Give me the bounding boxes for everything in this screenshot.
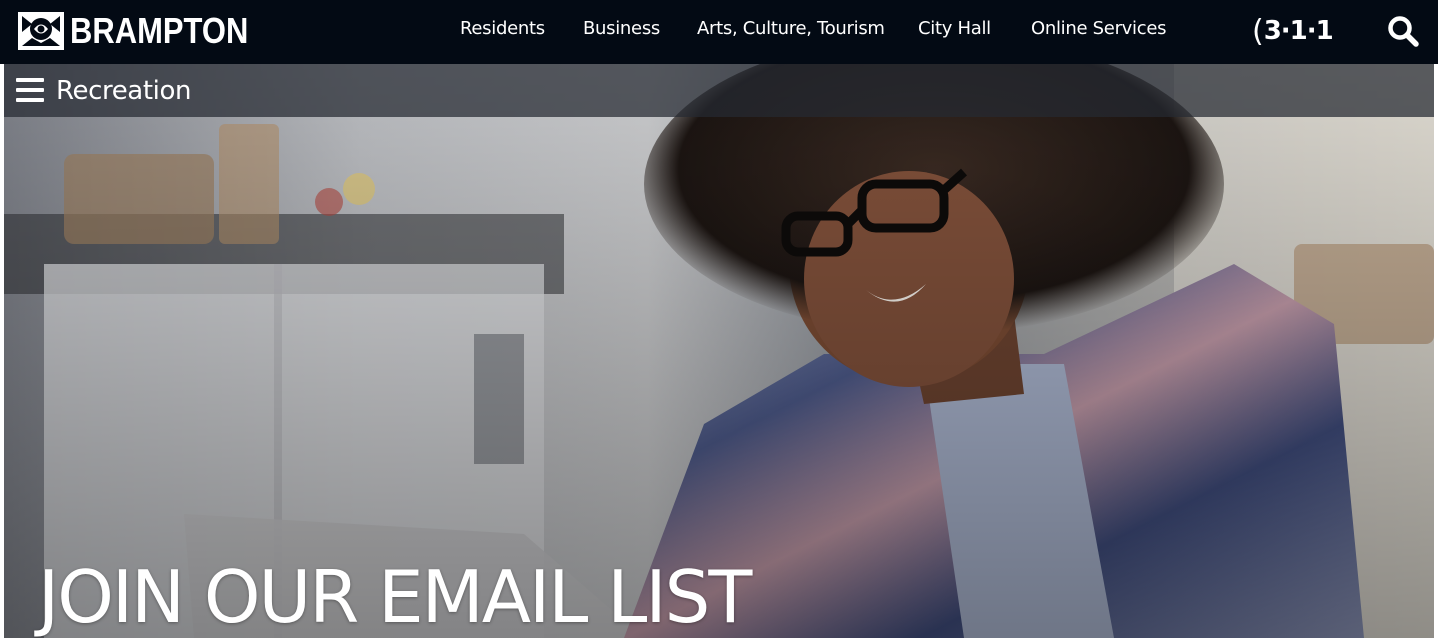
section-subnav: Recreation <box>4 64 1434 117</box>
311-link[interactable]: ( 3·1·1 <box>1252 13 1334 49</box>
nav-item-online-services[interactable]: Online Services <box>1031 18 1166 39</box>
nav-item-residents[interactable]: Residents <box>460 18 545 39</box>
hero-photo <box>4 64 1434 638</box>
brampton-logo-link[interactable]: BRAMPTON <box>18 10 277 52</box>
nav-item-arts-culture-tourism[interactable]: Arts, Culture, Tourism <box>697 18 885 39</box>
hero-banner: JOIN OUR EMAIL LIST <box>4 64 1434 638</box>
nav-item-city-hall[interactable]: City Hall <box>918 18 991 39</box>
search-icon <box>1388 16 1419 47</box>
311-label: 3·1·1 <box>1263 16 1334 46</box>
search-button[interactable] <box>1386 14 1420 48</box>
hamburger-menu-icon[interactable] <box>16 78 44 104</box>
nav-item-business[interactable]: Business <box>583 18 660 39</box>
top-navigation-bar: BRAMPTON Residents Business Arts, Cultur… <box>0 0 1438 64</box>
hero-heading: JOIN OUR EMAIL LIST <box>38 555 752 638</box>
page-edge-right <box>1434 64 1438 638</box>
311-bracket-icon: ( <box>1252 13 1264 49</box>
section-title[interactable]: Recreation <box>56 76 191 106</box>
logo-wordmark: BRAMPTON <box>70 10 249 51</box>
brampton-flower-logo-icon <box>18 12 64 50</box>
